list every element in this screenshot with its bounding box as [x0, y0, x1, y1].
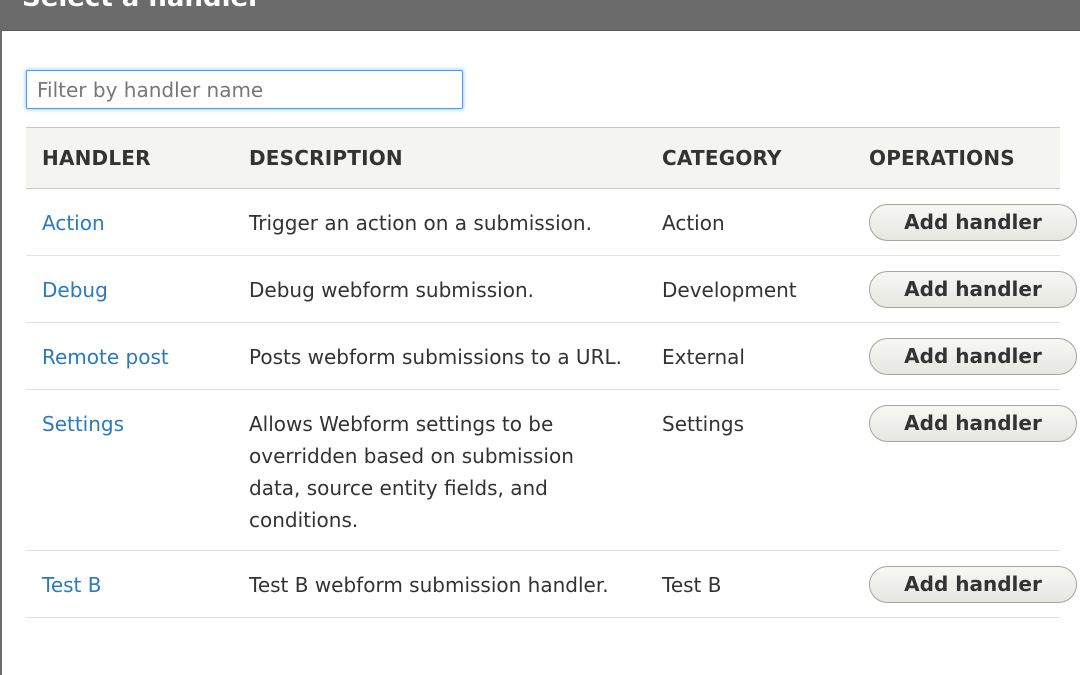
handler-link-test-b[interactable]: Test B: [42, 573, 101, 597]
column-header-description: DESCRIPTION: [233, 127, 646, 189]
table-row: Remote post Posts webform submissions to…: [26, 322, 1077, 390]
handler-link-debug[interactable]: Debug: [42, 278, 108, 302]
add-handler-button-action[interactable]: Add handler: [869, 204, 1077, 241]
handler-link-remote-post[interactable]: Remote post: [42, 345, 169, 369]
filter-handler-input[interactable]: [26, 70, 463, 109]
handler-description: Posts webform submissions to a URL.: [233, 322, 646, 390]
handler-link-action[interactable]: Action: [42, 211, 105, 235]
dialog-titlebar: Select a handler: [2, 0, 1080, 31]
column-header-operations: OPERATIONS: [853, 127, 1060, 189]
column-header-category: CATEGORY: [646, 127, 853, 189]
handlers-table: HANDLER DESCRIPTION CATEGORY OPERATIONS …: [26, 127, 1077, 618]
select-handler-dialog: Select a handler HANDLER DESCRIPTION CAT…: [0, 0, 1080, 675]
column-header-handler: HANDLER: [26, 127, 233, 189]
handler-description: Test B webform submission handler.: [233, 550, 646, 618]
handler-category: External: [646, 322, 853, 390]
table-row: Test B Test B webform submission handler…: [26, 550, 1077, 618]
handler-category: Action: [646, 188, 853, 256]
handler-description: Allows Webform settings to be overridden…: [233, 389, 646, 551]
add-handler-button-test-b[interactable]: Add handler: [869, 566, 1077, 603]
dialog-title: Select a handler: [22, 0, 261, 13]
add-handler-button-remote-post[interactable]: Add handler: [869, 338, 1077, 375]
handler-description: Debug webform submission.: [233, 255, 646, 323]
handler-description: Trigger an action on a submission.: [233, 188, 646, 256]
add-handler-button-settings[interactable]: Add handler: [869, 405, 1077, 442]
handler-category: Settings: [646, 389, 853, 551]
table-row: Settings Allows Webform settings to be o…: [26, 389, 1077, 551]
handler-category: Test B: [646, 550, 853, 618]
table-header-row: HANDLER DESCRIPTION CATEGORY OPERATIONS: [26, 127, 1060, 189]
add-handler-button-debug[interactable]: Add handler: [869, 271, 1077, 308]
table-row: Debug Debug webform submission. Developm…: [26, 255, 1077, 323]
handler-category: Development: [646, 255, 853, 323]
handler-link-settings[interactable]: Settings: [42, 412, 124, 436]
table-row: Action Trigger an action on a submission…: [26, 188, 1077, 256]
